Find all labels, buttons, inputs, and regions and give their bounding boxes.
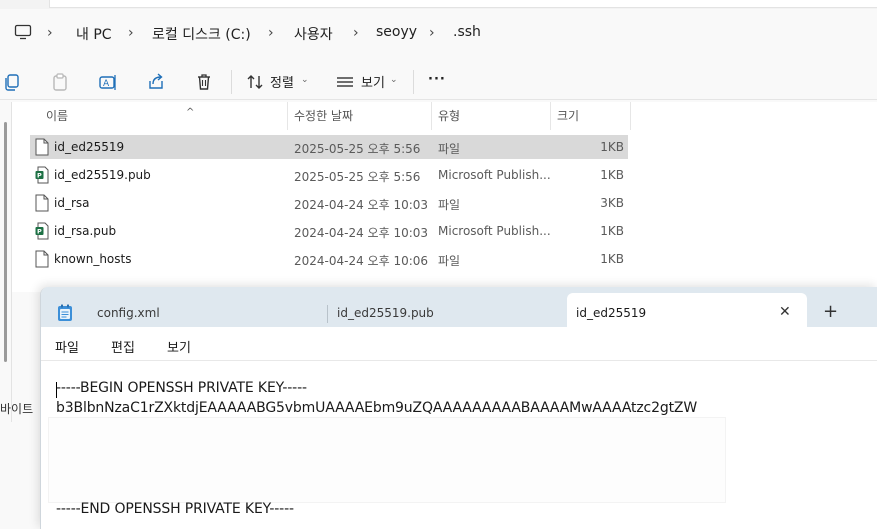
notepad-app-icon [58,304,72,321]
file-date: 2024-04-24 오후 10:06 [294,254,429,268]
file-date: 2025-05-25 오후 5:56 [294,142,421,156]
file-type: Microsoft Publish... [438,168,551,182]
editor-line-key: b3BlbnNzaC1rZXktdjEAAAAABG5vbmUAAAAEbm9u… [56,400,698,416]
svg-text:P: P [37,228,42,236]
tab-id-ed25519[interactable]: id_ed25519 ✕ [567,293,807,327]
notepad-menu-bar: 파일 편집 보기 [41,327,877,361]
file-type: 파일 [438,198,461,212]
tab-config-xml[interactable]: config.xml [87,293,327,327]
chevron-right-icon[interactable]: › [353,25,359,41]
file-name: id_rsa [54,196,90,210]
navigation-scrollbar[interactable] [4,122,7,362]
sort-icon[interactable] [245,72,265,92]
address-bar[interactable]: › 내 PC › 로컬 디스크 (C:) › 사용자 › seoyy › .ss… [0,16,877,50]
new-tab-button[interactable]: + [823,301,838,322]
file-icon [35,250,49,268]
file-row[interactable]: id_rsa 2024-04-24 오후 10:03 파일 3KB [30,191,628,215]
publisher-icon: P [35,222,49,240]
svg-text:P: P [37,172,42,180]
paste-icon[interactable] [50,72,70,92]
tab-id-ed25519-pub[interactable]: id_ed25519.pub [327,293,567,327]
file-size: 3KB [600,196,624,210]
file-size: 1KB [600,140,624,154]
file-row[interactable]: P id_ed25519.pub 2025-05-25 오후 5:56 Micr… [30,163,628,187]
breadcrumb-user-folder[interactable]: seoyy [376,24,417,40]
file-name: id_ed25519 [54,140,125,154]
file-date: 2025-05-25 오후 5:56 [294,170,421,184]
breadcrumb-local-disk[interactable]: 로컬 디스크 (C:) [152,24,251,44]
file-icon [35,138,49,156]
breadcrumb-ssh-folder[interactable]: .ssh [453,24,481,40]
chevron-right-icon[interactable]: › [47,25,53,41]
file-type: Microsoft Publish... [438,224,551,238]
explorer-tab-edge [49,0,877,8]
column-header-type[interactable]: 유형 [432,102,551,130]
notepad-window: config.xml id_ed25519.pub id_ed25519 ✕ +… [40,287,877,529]
chevron-right-icon[interactable]: › [429,25,435,41]
column-header-name[interactable]: 이름 ^ [40,102,288,130]
file-name: id_ed25519.pub [54,168,151,182]
breadcrumb-users[interactable]: 사용자 [294,24,333,44]
view-icon[interactable] [335,72,355,92]
navigation-pane-edge [0,102,12,422]
editor-line-begin: -----BEGIN OPENSSH PRIVATE KEY----- [56,380,307,396]
file-row[interactable]: P id_rsa.pub 2024-04-24 오후 10:03 Microso… [30,219,628,243]
toolbar-divider [413,70,414,94]
file-row[interactable]: known_hosts 2024-04-24 오후 10:06 파일 1KB [30,247,628,271]
svg-text:A: A [103,79,110,89]
more-options-button[interactable]: ··· [428,72,446,87]
file-size: 1KB [600,168,624,182]
toolbar-divider [231,70,232,94]
menu-edit[interactable]: 편집 [111,337,135,356]
sort-button[interactable]: 정렬 [270,72,294,91]
file-name: id_rsa.pub [54,224,117,238]
view-button[interactable]: 보기 [361,72,385,91]
sort-ascending-icon: ^ [186,107,195,118]
status-bar-text: 바이트 [0,402,34,416]
rename-icon[interactable]: A [98,72,118,92]
chevron-right-icon[interactable]: › [268,25,274,41]
file-size: 1KB [600,252,624,266]
delete-icon[interactable] [194,72,214,92]
share-icon[interactable] [146,72,166,92]
copy-icon[interactable] [2,72,22,92]
file-row[interactable]: id_ed25519 2025-05-25 오후 5:56 파일 1KB [30,135,628,159]
chevron-down-icon[interactable]: ⌄ [390,75,398,85]
menu-view[interactable]: 보기 [167,337,191,356]
file-type: 파일 [438,254,461,268]
chevron-down-icon[interactable]: ⌄ [301,75,309,85]
publisher-icon: P [35,166,49,184]
window-top-strip [0,0,877,9]
computer-icon[interactable] [14,24,32,40]
chevron-right-icon[interactable]: › [128,25,134,41]
close-tab-icon[interactable]: ✕ [779,304,791,320]
column-header-date-modified[interactable]: 수정한 날짜 [288,102,432,130]
file-size: 1KB [600,224,624,238]
command-bar: A 정렬 ⌄ 보기 ⌄ ··· [0,62,877,100]
notepad-text-editor[interactable]: -----BEGIN OPENSSH PRIVATE KEY----- b3Bl… [41,362,877,529]
breadcrumb-this-pc[interactable]: 내 PC [76,24,112,44]
column-header-size[interactable]: 크기 [551,102,631,130]
editor-line-end: -----END OPENSSH PRIVATE KEY----- [56,501,294,517]
file-list: 이름 ^ 수정한 날짜 유형 크기 id_ed25519 2025-05-25 … [12,102,877,292]
file-date: 2024-04-24 오후 10:03 [294,226,429,240]
menu-file[interactable]: 파일 [55,337,79,356]
notepad-tab-bar: config.xml id_ed25519.pub id_ed25519 ✕ + [41,287,877,327]
redacted-region [49,418,725,502]
file-icon [35,194,49,212]
file-type: 파일 [438,142,461,156]
file-name: known_hosts [54,252,132,266]
file-date: 2024-04-24 오후 10:03 [294,198,429,212]
